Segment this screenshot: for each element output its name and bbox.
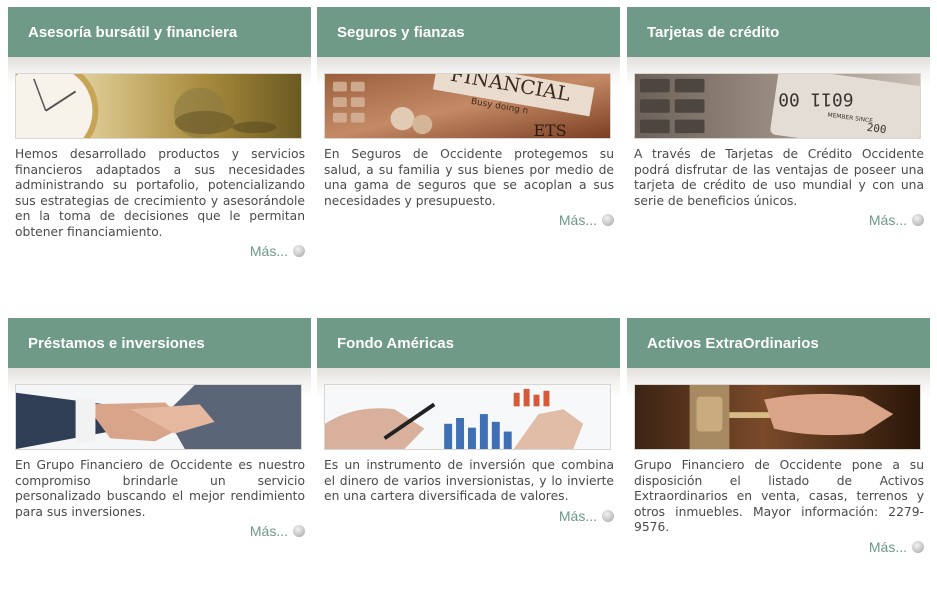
card-body: Hemos desarrollado productos y servicios… [8, 57, 311, 289]
more-label: Más... [249, 243, 288, 259]
circle-arrow-icon [602, 214, 614, 226]
circle-arrow-icon [912, 214, 924, 226]
card-description: En Grupo Financiero de Occidente es nues… [15, 458, 305, 519]
card-image-watch[interactable] [15, 73, 302, 139]
card-image-credit-card[interactable]: 6011 00 MEMBER SINCE 200 [634, 73, 921, 139]
more-label: Más... [868, 538, 907, 555]
more-link[interactable]: Más... [634, 539, 924, 555]
card-body: Es un instrumento de inversión que combi… [317, 368, 620, 600]
more-link[interactable]: Más... [15, 243, 305, 259]
image-text-year: 200 [866, 121, 887, 136]
card-image-handshake[interactable] [15, 384, 302, 450]
card-tarjetas: Tarjetas de crédito 6011 00 MEMBER SINCE… [627, 7, 930, 289]
card-title[interactable]: Préstamos e inversiones [8, 318, 311, 368]
card-seguros: Seguros y fianzas FINANCIAL Busy doing n… [317, 7, 620, 289]
card-description: En Seguros de Occidente protegemos su sa… [324, 147, 614, 208]
card-image-charts[interactable] [324, 384, 611, 450]
card-body: En Grupo Financiero de Occidente es nues… [8, 368, 311, 600]
card-image-key-lock[interactable] [634, 384, 921, 450]
card-title[interactable]: Tarjetas de crédito [627, 7, 930, 57]
more-label: Más... [558, 507, 597, 524]
more-link[interactable]: Más... [634, 212, 924, 228]
card-title[interactable]: Seguros y fianzas [317, 7, 620, 57]
more-label: Más... [558, 212, 597, 228]
card-body: FINANCIAL Busy doing n ETS En Seguros de… [317, 57, 620, 289]
card-image-calculator[interactable]: FINANCIAL Busy doing n ETS [324, 73, 611, 139]
circle-arrow-icon [912, 540, 924, 553]
circle-arrow-icon [602, 509, 614, 522]
card-asesoria: Asesoría bursátil y financiera Hemos des [8, 7, 311, 289]
more-link[interactable]: Más... [324, 212, 614, 228]
circle-arrow-icon [293, 245, 305, 257]
image-text-ets: ETS [534, 121, 567, 138]
card-prestamos: Préstamos e inversiones En Grupo Financi… [8, 318, 311, 600]
card-description: Es un instrumento de inversión que combi… [324, 458, 614, 503]
card-title[interactable]: Activos ExtraOrdinarios [627, 318, 930, 368]
more-link[interactable]: Más... [15, 523, 305, 539]
card-fondo-americas: Fondo Américas Es un instrumento de inve… [317, 318, 620, 600]
more-label: Más... [249, 523, 288, 539]
more-link[interactable]: Más... [324, 508, 614, 524]
circle-arrow-icon [293, 525, 305, 537]
more-label: Más... [868, 212, 907, 228]
card-description: A través de Tarjetas de Crédito Occident… [634, 147, 924, 208]
card-activos: Activos ExtraOrdinarios Grupo Financiero… [627, 318, 930, 600]
card-description: Grupo Financiero de Occidente pone a su … [634, 458, 924, 534]
card-title[interactable]: Fondo Américas [317, 318, 620, 368]
card-body: Grupo Financiero de Occidente pone a su … [627, 368, 930, 600]
card-description: Hemos desarrollado productos y servicios… [15, 147, 305, 239]
card-body: 6011 00 MEMBER SINCE 200 A través de Tar… [627, 57, 930, 289]
card-title[interactable]: Asesoría bursátil y financiera [8, 7, 311, 57]
image-text-card-number: 6011 00 [778, 88, 853, 108]
